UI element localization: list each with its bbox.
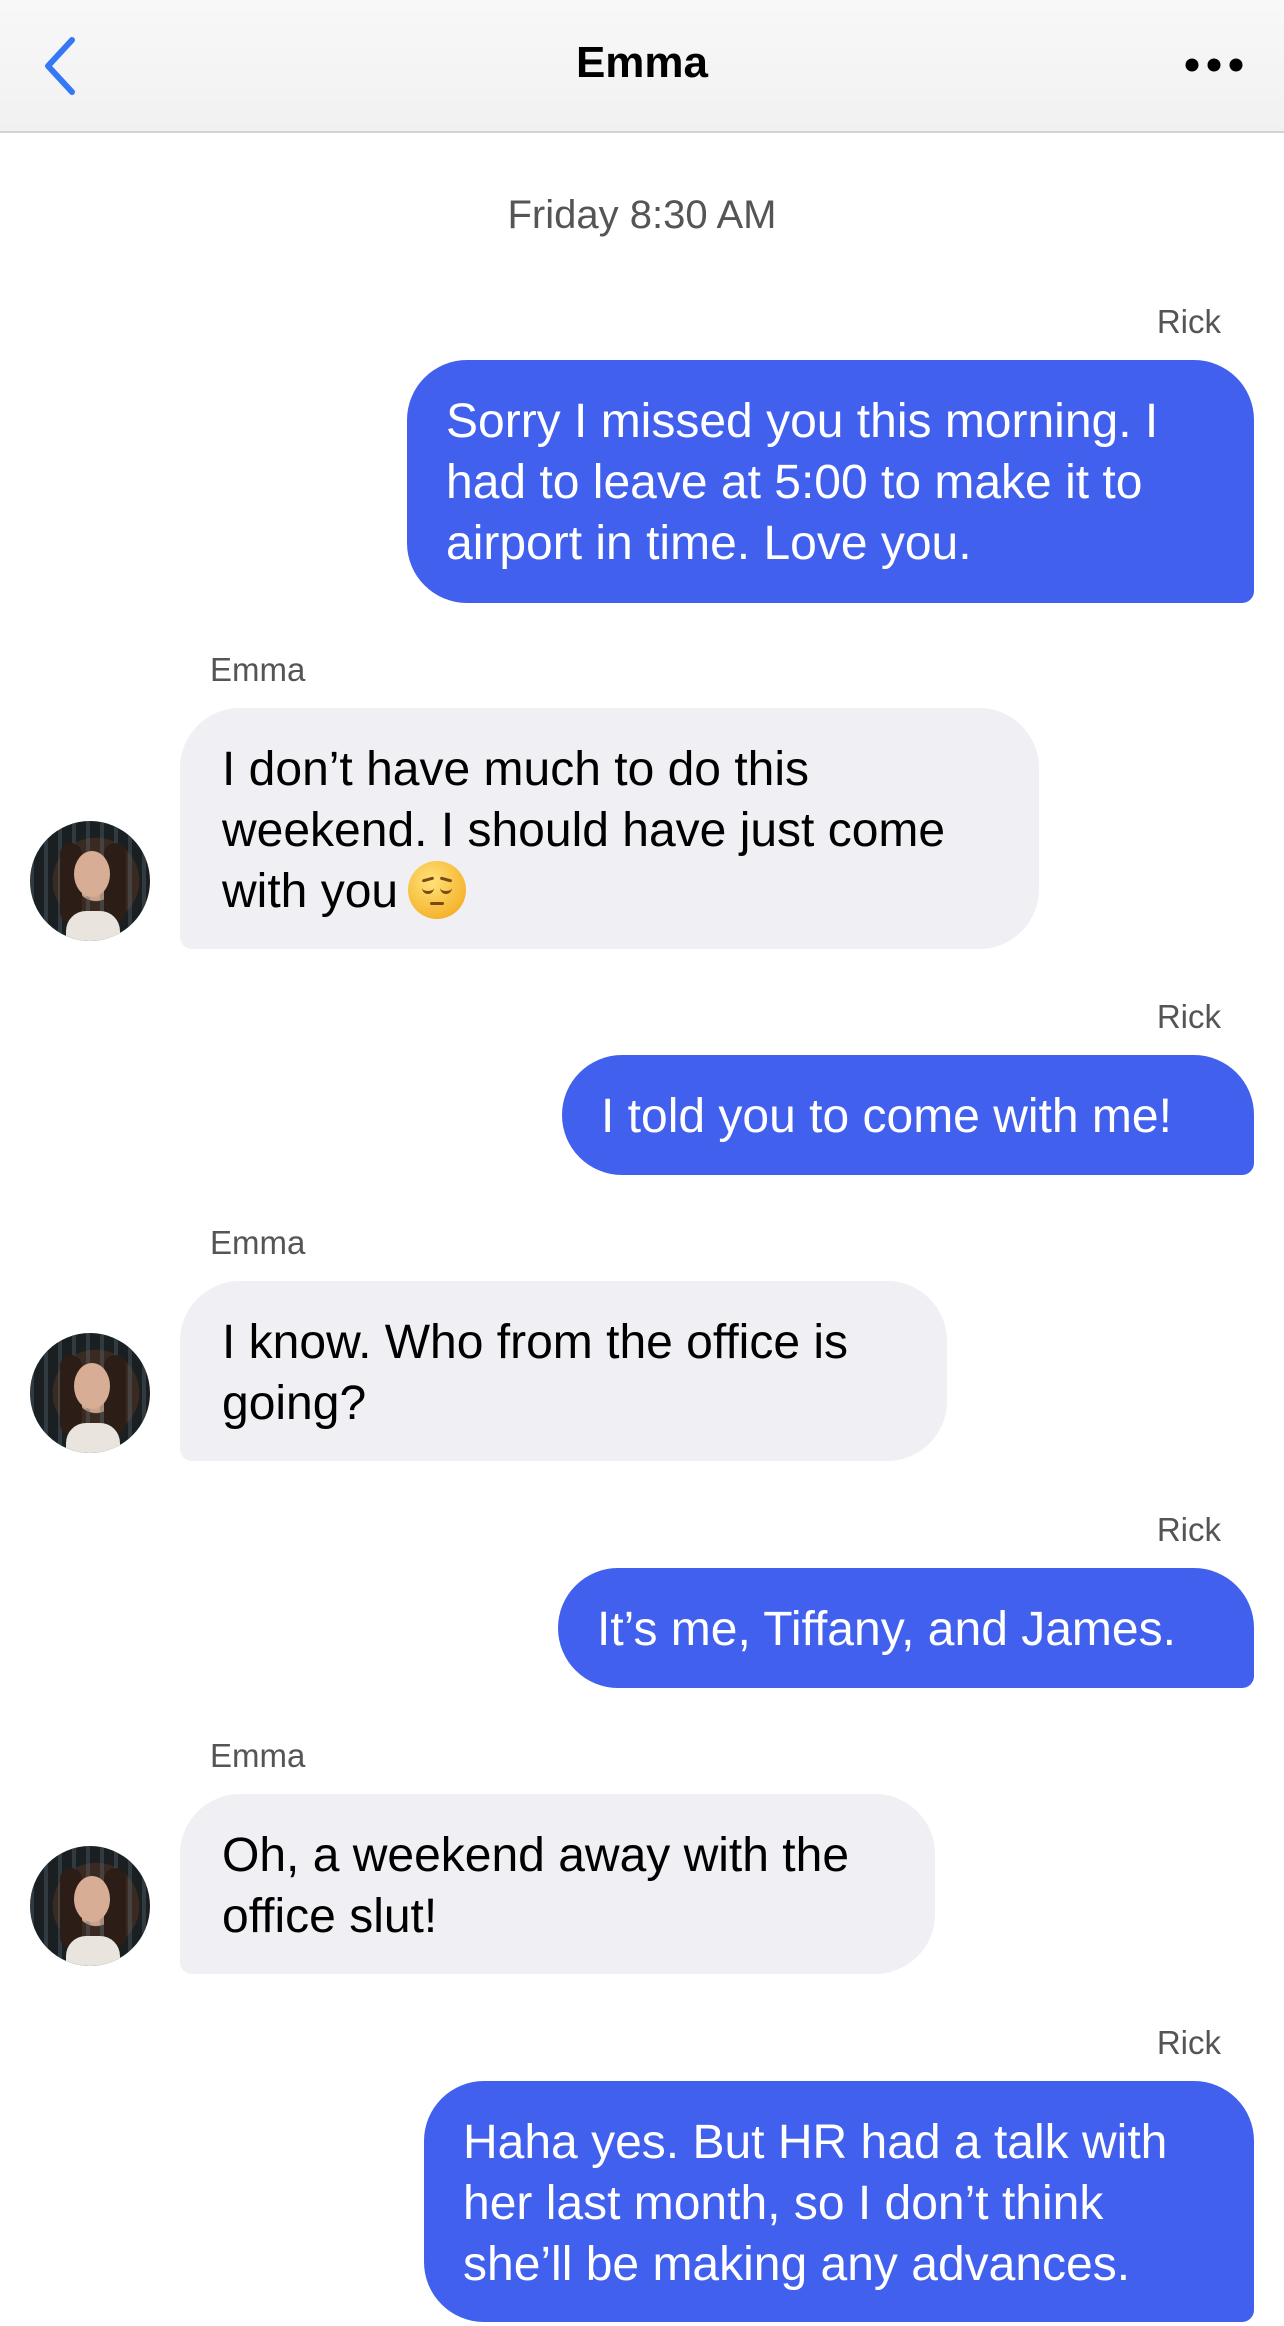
message-bubble-incoming[interactable]: I know. Who from the office is going? [180,1281,947,1461]
sender-name: Emma [210,651,306,688]
message-line: office slut! [222,1890,438,1943]
message-line: she’ll be making any advances. [463,2238,1131,2291]
message-line: weekend. I should have just come [222,804,946,857]
message-bubble-outgoing[interactable]: I told you to come with me! [562,1055,1254,1175]
nav-bar: Emma [0,0,1284,133]
message-bubble-outgoing[interactable]: Sorry I missed you this morning. I had t… [407,360,1254,603]
message-line: I don’t have much to do this [222,743,810,796]
sender-name: Emma [210,1224,306,1261]
message-line: I know. Who from the office is [222,1316,849,1369]
ellipsis-icon [1185,58,1243,72]
message-line: Haha yes. But HR had a talk with [463,2116,1168,2169]
avatar[interactable] [30,821,150,941]
message-bubble-incoming[interactable]: I don’t have much to do this weekend. I … [180,708,1039,949]
sender-name: Rick [1156,2024,1221,2061]
message-line: I told you to come with me! [601,1090,1172,1143]
message-line: had to leave at 5:00 to make it to [446,456,1143,509]
message-bubble-outgoing[interactable]: Haha yes. But HR had a talk with her las… [424,2081,1254,2322]
sender-name: Rick [1156,998,1221,1035]
message-line: Oh, a weekend away with the [222,1829,850,1882]
message-line: with you [222,865,399,918]
message-line: Sorry I missed you this morning. I [446,395,1159,448]
conversation-title: Emma [575,38,709,87]
avatar[interactable] [30,1846,150,1966]
sender-name: Rick [1156,1511,1221,1548]
pensive-face-emoji [408,861,467,919]
sender-name: Emma [210,1737,306,1774]
message-line: It’s me, Tiffany, and James. [597,1603,1176,1656]
message-line: airport in time. Love you. [446,517,972,570]
sender-name: Rick [1156,303,1221,340]
message-bubble-outgoing[interactable]: It’s me, Tiffany, and James. [558,1568,1254,1688]
more-options-button[interactable] [1174,40,1254,90]
message-line: her last month, so I don’t think [463,2177,1104,2230]
avatar[interactable] [30,1333,150,1453]
conversation-timestamp: Friday 8:30 AM [507,193,777,237]
message-line: going? [222,1377,367,1430]
message-bubble-incoming[interactable]: Oh, a weekend away with the office slut! [180,1794,935,1974]
